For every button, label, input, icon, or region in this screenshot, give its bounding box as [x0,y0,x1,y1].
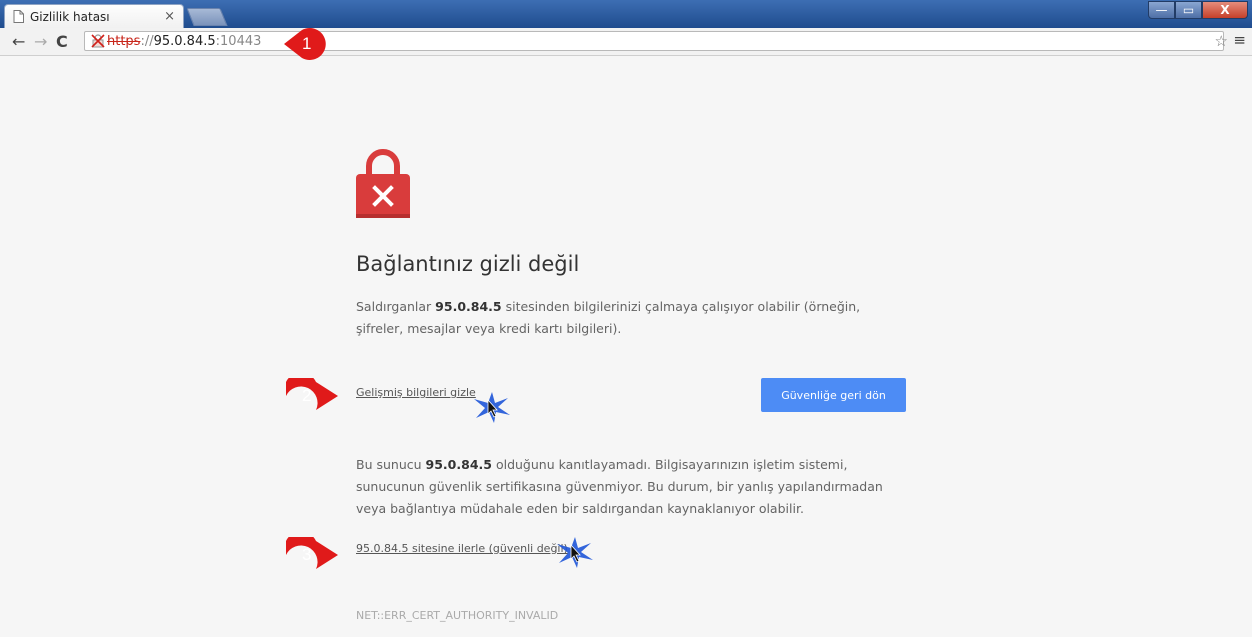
url-port: :10443 [215,33,262,49]
callout-label: 2 [302,386,312,405]
explanation-text: Saldırganlar 95.0.84.5 sitesinden bilgil… [356,296,908,340]
title-bar: Gizlilik hatası × — ▭ X [0,0,1252,28]
close-window-button[interactable]: X [1202,1,1248,19]
url-separator: :// [140,33,154,49]
maximize-button[interactable]: ▭ [1175,1,1202,19]
callout-1: 1 [284,26,336,62]
back-button[interactable]: ← [12,32,25,51]
lock-error-icon [356,149,410,218]
details-host: 95.0.84.5 [425,457,492,472]
details-text: Bu sunucu 95.0.84.5 olduğunu kanıtlayama… [356,454,908,520]
back-to-safety-button[interactable]: Güvenliğe geri dön [761,378,906,412]
url-scheme: https [107,33,141,49]
error-code: NET::ERR_CERT_AUTHORITY_INVALID [356,609,559,622]
reload-button[interactable]: C [56,32,68,51]
page-icon [13,10,24,23]
click-burst-2 [472,390,512,424]
lock-broken-icon[interactable] [91,34,105,48]
url-host: 95.0.84.5 [153,33,216,49]
tab-close-icon[interactable]: × [164,9,175,24]
forward-button[interactable]: → [34,32,47,51]
new-tab-button[interactable] [186,8,228,26]
interstitial-page: Bağlantınız gizli değil Saldırganlar 95.… [0,56,1252,637]
advanced-toggle-link[interactable]: Gelişmiş bilgileri gizle [356,386,476,399]
callout-2: 2 [286,378,338,414]
star-icon[interactable]: ☆ [1215,32,1228,50]
callout-3: 3 [286,537,338,573]
callout-label: 3 [302,545,312,564]
menu-icon[interactable]: ≡ [1233,31,1246,49]
callout-label: 1 [302,34,312,53]
explanation-prefix: Saldırganlar [356,299,436,314]
details-prefix: Bu sunucu [356,457,426,472]
click-burst-3 [555,535,595,569]
address-bar[interactable]: https://95.0.84.5:10443 [84,31,1224,51]
minimize-button[interactable]: — [1148,1,1175,19]
window-controls: — ▭ X [1148,1,1248,19]
tab-title: Gizlilik hatası [30,9,110,24]
explanation-host: 95.0.84.5 [435,299,502,314]
tab-gizlilik-hatasi[interactable]: Gizlilik hatası × [4,4,184,28]
proceed-unsafe-link[interactable]: 95.0.84.5 sitesine ilerle (güvenli değil… [356,542,568,555]
page-title: Bağlantınız gizli değil [356,252,580,276]
browser-toolbar: ← → C https://95.0.84.5:10443 ☆ ≡ [0,28,1252,56]
